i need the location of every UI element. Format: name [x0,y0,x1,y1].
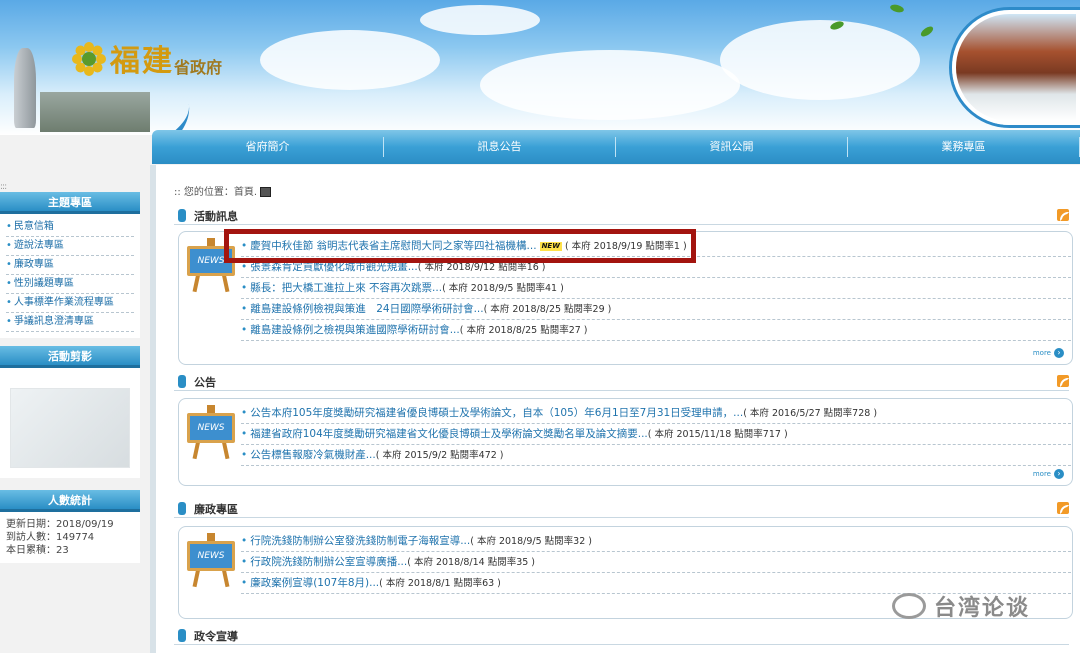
news-badge: NEWS [187,413,235,443]
item-title[interactable]: 公告標售報廢冷氣機財產... [250,449,376,461]
photos-heading: 活動剪影 [0,346,140,368]
item-title[interactable]: 行院洗錢防制辦公室發洗錢防制電子海報宣導... [250,535,470,547]
sidebar-item-lobbying[interactable]: 遊說法專區 [6,237,134,256]
stats-today: 本日累積：23 [6,545,69,556]
news-list: • 行院洗錢防制辦公室發洗錢防制電子海報宣導...( 本府 2018/9/5 點閱… [241,531,1071,594]
list-item[interactable]: • 離島建設條例檢視與策進 24日國際學術研討會...( 本府 2018/8/25… [241,299,1071,320]
section-heading-policy: 政令宣導 [174,627,1069,645]
sidebar-item-mailbox[interactable]: 民意信箱 [6,218,134,237]
section-title: 公告 [194,376,216,389]
sidebar-item-personnel-sop[interactable]: 人事標準作業流程專區 [6,294,134,313]
cloud-decoration [420,5,540,35]
section-marker-icon [178,209,186,222]
statue-image [14,48,36,128]
watermark: 台湾论谈 [892,590,1030,622]
header-photo [952,10,1080,125]
list-item[interactable]: • 行院洗錢防制辦公室發洗錢防制電子海報宣導...( 本府 2018/9/5 點閱… [241,531,1071,552]
sidebar: 主題專區 民意信箱 遊說法專區 廉政專區 性別議題專區 人事標準作業流程專區 爭… [0,180,140,563]
rss-icon[interactable] [1057,209,1069,221]
section-heading-events: 活動訊息 [174,207,1069,225]
visitor-stats: 更新日期：2018/09/19 到訪人數：149774 本日累積：23 [0,512,140,563]
list-item[interactable]: • 離島建設條例之檢視與策進國際學術研討會...( 本府 2018/8/25 點閱… [241,320,1071,341]
topics-list: 民意信箱 遊說法專區 廉政專區 性別議題專區 人事標準作業流程專區 爭議訊息澄清… [0,214,140,338]
rss-icon[interactable] [1057,502,1069,514]
list-item[interactable]: • 公告標售報廢冷氣機財產...( 本府 2015/9/2 點閱率472 ) [241,445,1071,466]
item-meta: ( 本府 2018/8/25 點閱率29 ) [483,304,612,315]
cloud-decoration [260,30,440,90]
section-title: 廉政專區 [194,503,238,516]
flower-logo-icon [72,42,106,76]
site-logo-subtext[interactable]: 省政府 [174,54,222,78]
item-meta: ( 本府 2018/9/5 點閱率32 ) [470,536,592,547]
stats-total-visits: 到訪人數：149774 [6,532,95,543]
news-easel-icon: NEWS [185,533,237,588]
list-item[interactable]: • 行政院洗錢防制辦公室宣導廣播...( 本府 2018/8/14 點閱率35 ) [241,552,1071,573]
item-meta: ( 本府 2018/8/14 點閱率35 ) [407,557,536,568]
item-meta: ( 本府 2015/9/2 點閱率472 ) [375,450,504,461]
leaf-decoration [889,3,905,14]
arrow-right-icon: › [1054,469,1064,479]
list-item[interactable]: • 公告本府105年度獎勵研究福建省優良博碩士及學術論文，自本（105）年6月1日… [241,403,1071,424]
stats-heading: 人數統計 [0,490,140,512]
topics-heading: 主題專區 [0,192,140,214]
section-marker-icon [178,502,186,515]
main-nav: 省府簡介 訊息公告 資訊公開 業務專區 [152,130,1080,164]
list-item[interactable]: • 縣長：把大橋工進拉上來 不容再次跳票...( 本府 2018/9/5 點閱率4… [241,278,1071,299]
nav-item-business[interactable]: 業務專區 [848,137,1080,157]
section-marker-icon [178,375,186,388]
item-title[interactable]: 離島建設條例檢視與策進 24日國際學術研討會... [250,303,483,315]
section-heading-integrity: 廉政專區 [174,500,1069,518]
breadcrumb-text: :: 您的位置：首頁. [174,187,258,198]
sidebar-item-clarification[interactable]: 爭議訊息澄清專區 [6,313,134,332]
announcements-panel: NEWS • 公告本府105年度獎勵研究福建省優良博碩士及學術論文，自本（105）… [178,398,1073,486]
building-image [40,92,150,132]
item-meta: ( 本府 2018/9/12 點閱率16 ) [417,262,546,273]
print-icon[interactable] [260,187,272,197]
stats-update-date: 更新日期：2018/09/19 [6,519,114,530]
list-item[interactable]: • 福建省政府104年度獎勵研究福建省文化優良博碩士及學術論文獎勵名單及論文摘要.… [241,424,1071,445]
wechat-icon [892,593,926,619]
more-link[interactable]: more › [1033,469,1064,479]
section-heading-announcements: 公告 [174,373,1069,391]
item-title[interactable]: 行政院洗錢防制辦公室宣導廣播... [250,556,407,568]
news-list: • 公告本府105年度獎勵研究福建省優良博碩士及學術論文，自本（105）年6月1日… [241,403,1071,466]
item-meta: ( 本府 2015/11/18 點閱率717 ) [647,429,788,440]
news-easel-icon: NEWS [185,405,237,460]
gallery-photo[interactable] [10,388,130,468]
item-meta: ( 本府 2016/5/27 點閱率728 ) [743,408,878,419]
section-marker-icon [178,629,186,642]
photo-gallery [0,368,140,478]
cloud-decoration [480,50,740,120]
header-banner: 福建 省政府 [0,0,1080,135]
item-title[interactable]: 公告本府105年度獎勵研究福建省優良博碩士及學術論文，自本（105）年6月1日至… [250,407,743,419]
sidebar-item-integrity[interactable]: 廉政專區 [6,256,134,275]
breadcrumb: :: 您的位置：首頁. [174,183,272,198]
nav-item-announcements[interactable]: 訊息公告 [384,137,616,157]
item-meta: ( 本府 2018/8/1 點閱率63 ) [379,578,501,589]
section-title: 活動訊息 [194,210,238,223]
item-meta: ( 本府 2018/9/5 點閱率41 ) [442,283,564,294]
watermark-text: 台湾论谈 [934,596,1031,621]
news-badge: NEWS [187,541,235,571]
arrow-right-icon: › [1054,348,1064,358]
highlight-box [224,229,696,263]
item-title[interactable]: 廉政案例宣導(107年8月)... [250,577,379,589]
site-logo-text[interactable]: 福建 [110,36,174,80]
more-link[interactable]: more › [1033,348,1064,358]
rss-icon[interactable] [1057,375,1069,387]
section-title: 政令宣導 [194,630,238,643]
nav-item-about[interactable]: 省府簡介 [152,137,384,157]
sidebar-item-gender[interactable]: 性別議題專區 [6,275,134,294]
cloud-decoration [720,20,920,100]
item-title[interactable]: 縣長：把大橋工進拉上來 不容再次跳票... [250,282,442,294]
item-title[interactable]: 離島建設條例之檢視與策進國際學術研討會... [250,324,460,336]
leaf-decoration [919,24,935,39]
nav-item-info-disclosure[interactable]: 資訊公開 [616,137,848,157]
item-title[interactable]: 福建省政府104年度獎勵研究福建省文化優良博碩士及學術論文獎勵名單及論文摘要..… [250,428,648,440]
item-meta: ( 本府 2018/8/25 點閱率27 ) [459,325,588,336]
